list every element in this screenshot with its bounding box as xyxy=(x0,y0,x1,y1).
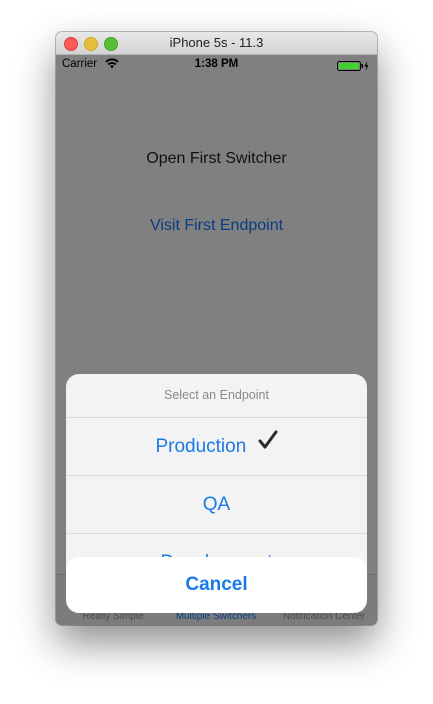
status-time: 1:38 PM xyxy=(194,58,239,70)
battery-charging-icon xyxy=(337,60,371,74)
checkmark-icon xyxy=(258,416,278,473)
cancel-button[interactable]: Cancel xyxy=(66,557,367,613)
option-label: Production xyxy=(155,436,247,457)
switcher-heading: Open First Switcher xyxy=(146,150,287,167)
action-sheet-title: Select an Endpoint xyxy=(66,374,367,418)
visit-endpoint-link[interactable]: Visit First Endpoint xyxy=(56,217,377,235)
screen-content: Open First Switcher Visit First Endpoint… xyxy=(56,74,377,625)
window-title: iPhone 5s - 11.3 xyxy=(169,35,264,50)
status-bar: Carrier 1:38 PM xyxy=(56,54,377,74)
option-label: QA xyxy=(202,494,231,515)
window-title-bar: iPhone 5s - 11.3 xyxy=(56,32,377,55)
option-production[interactable]: Production xyxy=(66,418,367,476)
option-qa[interactable]: QA xyxy=(66,476,367,534)
simulator-window: iPhone 5s - 11.3 Carrier 1:38 PM Open Fi… xyxy=(56,32,377,625)
